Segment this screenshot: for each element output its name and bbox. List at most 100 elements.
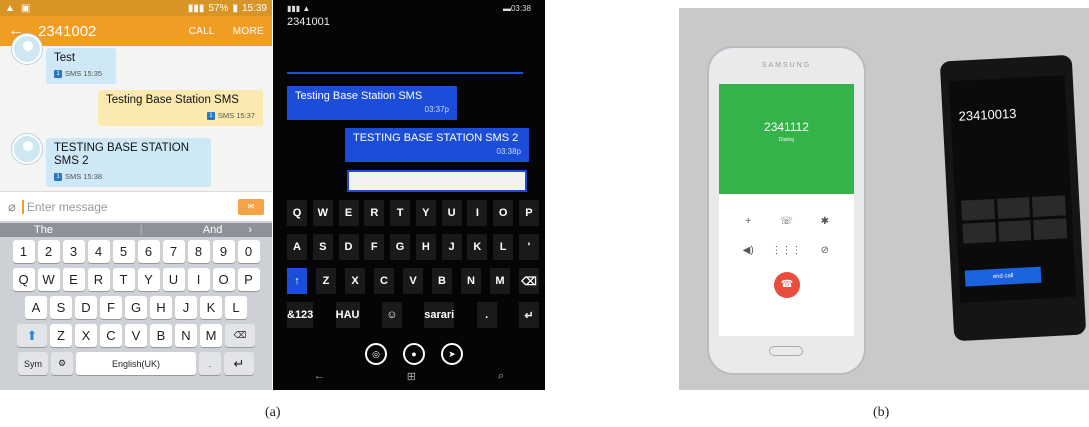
chevron-right-icon[interactable]: › — [248, 224, 252, 236]
key[interactable]: K — [200, 296, 222, 319]
key[interactable]: X — [345, 268, 365, 294]
suggestion-item[interactable]: The — [34, 224, 105, 236]
key[interactable]: O — [212, 268, 235, 291]
send-icon[interactable]: ➤ — [441, 343, 463, 365]
message-bubble[interactable]: TESTING BASE STATION SMS 2 1 SMS 15:38 — [46, 138, 211, 187]
bluetooth-icon[interactable]: ✱ — [806, 216, 844, 227]
key[interactable]: T — [390, 200, 411, 226]
mute-button[interactable] — [996, 197, 1031, 219]
key[interactable]: ↑ — [287, 268, 307, 294]
enter-icon[interactable]: ↵ — [224, 352, 254, 375]
key[interactable]: X — [75, 324, 97, 347]
key[interactable]: 7 — [162, 240, 185, 263]
space-key[interactable]: English(UK) — [76, 352, 196, 375]
key[interactable]: Z — [316, 268, 336, 294]
key[interactable]: D — [75, 296, 97, 319]
period-key[interactable]: . — [199, 352, 221, 375]
key[interactable]: 5 — [112, 240, 135, 263]
message-bubble[interactable]: TESTING BASE STATION SMS 2 03:38p — [345, 128, 529, 162]
message-input[interactable] — [347, 170, 527, 192]
windows-logo-icon[interactable]: ⊞ — [407, 370, 416, 383]
key[interactable]: J — [441, 234, 462, 260]
microphone-icon[interactable]: ● — [403, 343, 425, 365]
home-button[interactable] — [769, 346, 803, 356]
key[interactable]: 2 — [37, 240, 60, 263]
add-call-button[interactable] — [1033, 218, 1068, 240]
key[interactable]: A — [25, 296, 47, 319]
key[interactable]: ↵ — [519, 302, 539, 328]
video-button[interactable] — [997, 220, 1032, 242]
key[interactable]: Y — [415, 200, 436, 226]
key[interactable]: S — [50, 296, 72, 319]
key[interactable]: W — [312, 200, 333, 226]
key[interactable]: 0 — [237, 240, 260, 263]
key[interactable]: ⌫ — [519, 268, 539, 294]
key[interactable]: 1 — [12, 240, 35, 263]
key[interactable]: L — [493, 234, 514, 260]
key[interactable]: U — [441, 200, 462, 226]
keypad-icon[interactable]: ⋮⋮⋮ — [767, 245, 805, 256]
bluetooth-button[interactable] — [1032, 195, 1066, 217]
call-button[interactable]: CALL — [189, 26, 215, 37]
key[interactable]: R — [87, 268, 110, 291]
key[interactable]: D — [338, 234, 359, 260]
key[interactable]: M — [490, 268, 510, 294]
key[interactable]: E — [338, 200, 359, 226]
key[interactable]: ' — [518, 234, 539, 260]
key[interactable]: E — [62, 268, 85, 291]
key[interactable]: Q — [287, 200, 307, 226]
key[interactable]: Q — [12, 268, 35, 291]
add-call-icon[interactable]: + — [729, 216, 767, 227]
key[interactable]: R — [364, 200, 385, 226]
key[interactable]: J — [175, 296, 197, 319]
key[interactable]: G — [125, 296, 147, 319]
more-button[interactable]: MORE — [233, 26, 264, 37]
key[interactable]: P — [237, 268, 260, 291]
key[interactable]: S — [312, 234, 333, 260]
key[interactable]: F — [364, 234, 385, 260]
end-call-button[interactable]: ☎ — [774, 272, 800, 298]
key[interactable]: L — [225, 296, 247, 319]
key[interactable]: HAU — [335, 302, 360, 328]
contact-avatar[interactable] — [12, 34, 42, 64]
key[interactable]: I — [467, 200, 488, 226]
sym-key[interactable]: Sym — [18, 352, 48, 375]
key[interactable]: ☺ — [381, 302, 402, 328]
key[interactable]: H — [415, 234, 436, 260]
key[interactable]: Z — [50, 324, 72, 347]
key[interactable]: 9 — [212, 240, 235, 263]
shift-key[interactable]: ⬆ — [17, 324, 47, 347]
extra-volume-icon[interactable]: ☏ — [767, 216, 805, 227]
key[interactable]: B — [150, 324, 172, 347]
key[interactable]: M — [200, 324, 222, 347]
key[interactable]: 4 — [87, 240, 110, 263]
key[interactable]: Y — [137, 268, 160, 291]
key[interactable]: N — [461, 268, 481, 294]
key[interactable]: 8 — [187, 240, 210, 263]
key[interactable]: F — [100, 296, 122, 319]
search-icon[interactable]: ⌕ — [498, 370, 504, 383]
key[interactable]: I — [187, 268, 210, 291]
key[interactable]: W — [37, 268, 60, 291]
key[interactable]: T — [112, 268, 135, 291]
mute-icon[interactable]: ⊘ — [806, 245, 844, 256]
key[interactable]: P — [518, 200, 539, 226]
message-bubble[interactable]: Test 1 SMS 15:35 — [46, 48, 116, 84]
settings-gear-icon[interactable]: ⚙ — [51, 352, 73, 375]
message-bubble[interactable]: Testing Base Station SMS 1 SMS 15:37 — [98, 90, 263, 126]
end-call-button[interactable]: end call — [964, 266, 1042, 287]
message-bubble[interactable]: Testing Base Station SMS 03:37p — [287, 86, 457, 120]
key[interactable]: C — [100, 324, 122, 347]
key[interactable]: 6 — [137, 240, 160, 263]
speaker-icon[interactable]: ◀) — [729, 245, 767, 256]
key[interactable]: A — [287, 234, 307, 260]
key[interactable]: V — [403, 268, 423, 294]
contact-avatar[interactable] — [12, 134, 42, 164]
message-input[interactable]: Enter message — [21, 199, 238, 214]
key[interactable]: O — [493, 200, 514, 226]
speaker-button[interactable] — [961, 199, 995, 221]
suggestion-item[interactable]: And — [177, 224, 248, 236]
back-arrow-icon[interactable]: ← — [314, 370, 325, 383]
key[interactable]: 3 — [62, 240, 85, 263]
key[interactable]: B — [432, 268, 452, 294]
